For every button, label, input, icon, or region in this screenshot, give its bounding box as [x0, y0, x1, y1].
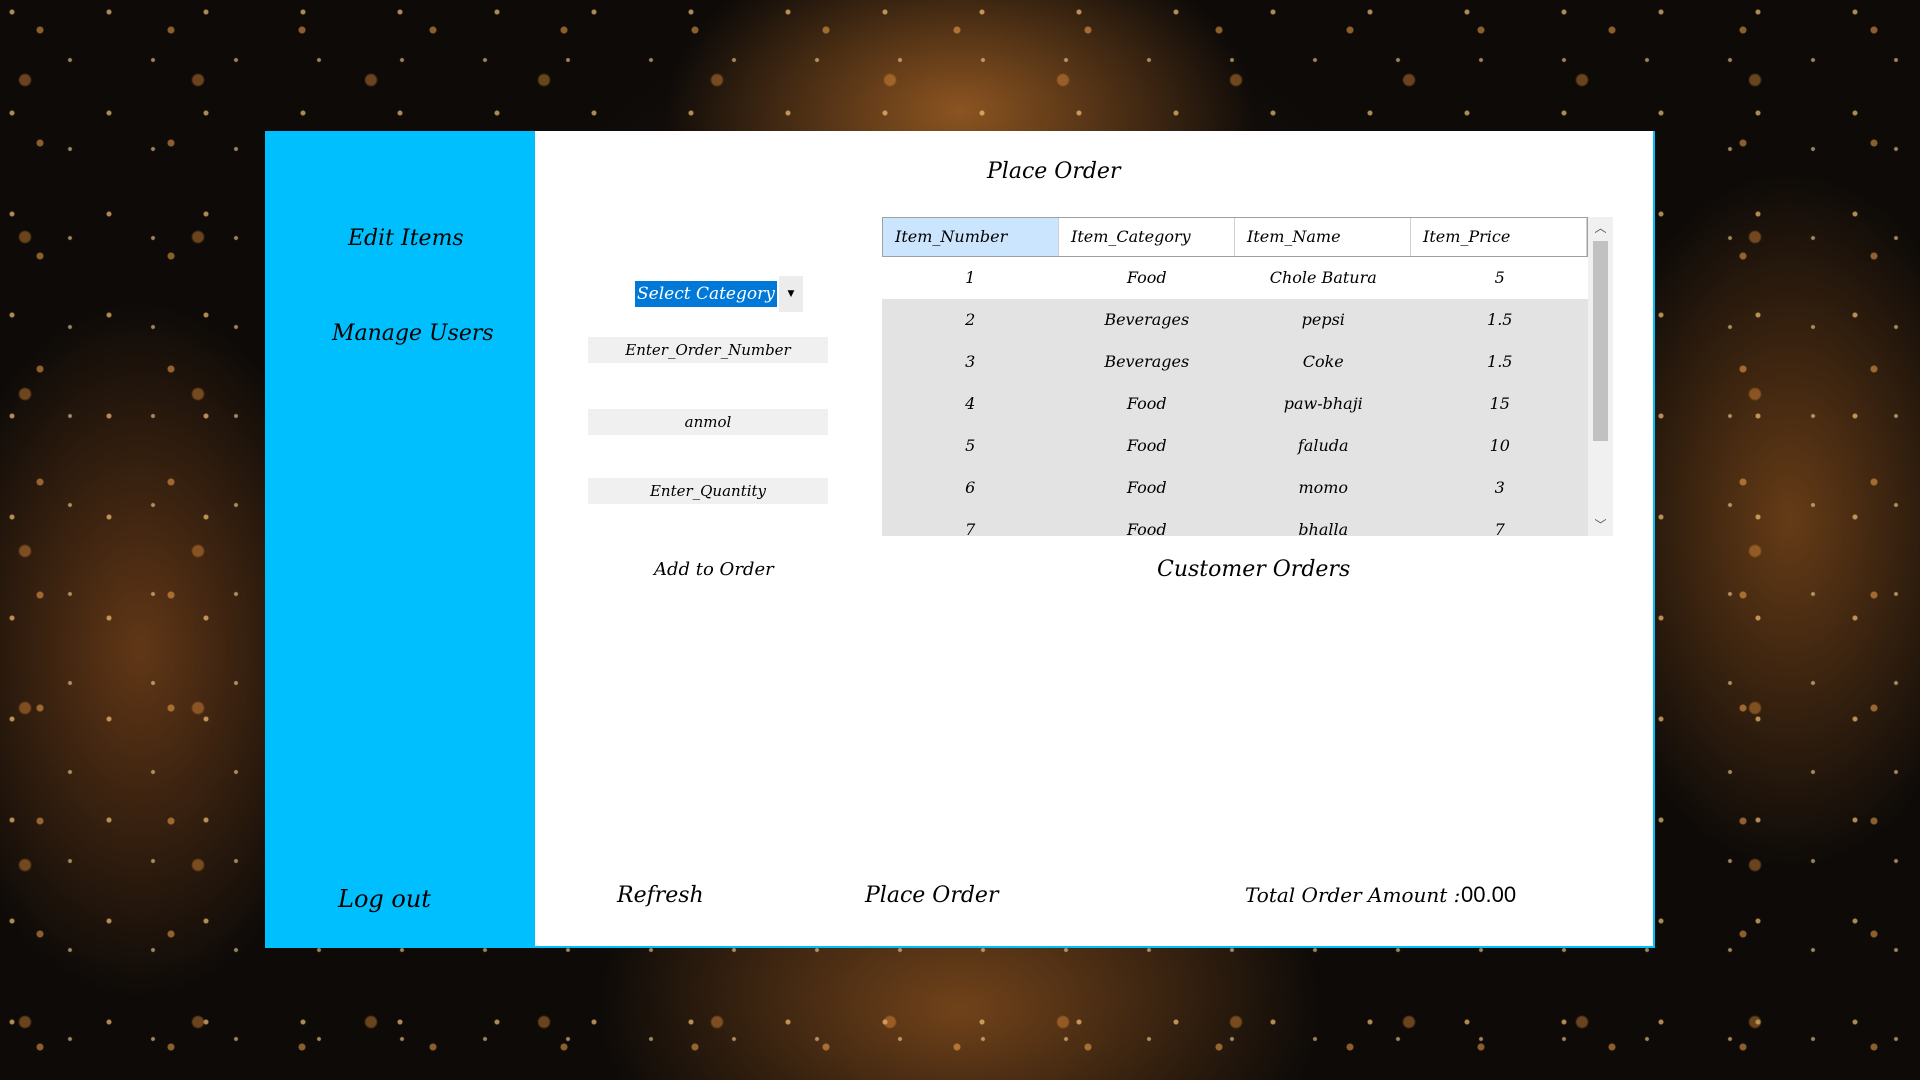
cell-item-name[interactable]: Chole Batura [1235, 257, 1412, 299]
table-row[interactable]: 1 Food Chole Batura 5 [882, 257, 1588, 299]
place-order-button[interactable]: Place Order [865, 883, 998, 908]
total-amount-value: 00.00 [1461, 882, 1517, 907]
cell-item-number[interactable]: 3 [882, 341, 1059, 383]
grid-body: 1 Food Chole Batura 5 2 Beverages pepsi … [882, 257, 1588, 536]
order-number-field[interactable]: Enter_Order_Number [588, 337, 828, 363]
cell-item-price[interactable]: 3 [1412, 467, 1589, 509]
customer-orders-title: Customer Orders [1157, 557, 1351, 582]
grid-header: Item_Number Item_Category Item_Name Item… [882, 217, 1588, 257]
column-header-item-price[interactable]: Item_Price [1411, 218, 1587, 256]
cell-item-number[interactable]: 5 [882, 425, 1059, 467]
cell-item-name[interactable]: momo [1235, 467, 1412, 509]
cell-item-category[interactable]: Beverages [1059, 341, 1236, 383]
refresh-button[interactable]: Refresh [617, 883, 704, 908]
cell-item-category[interactable]: Food [1059, 383, 1236, 425]
cell-item-number[interactable]: 4 [882, 383, 1059, 425]
table-row[interactable]: 5 Food faluda 10 [882, 425, 1588, 467]
cell-item-category[interactable]: Food [1059, 467, 1236, 509]
cell-item-category[interactable]: Food [1059, 509, 1236, 536]
cell-item-price[interactable]: 1.5 [1412, 341, 1589, 383]
cell-item-price[interactable]: 1.5 [1412, 299, 1589, 341]
table-row[interactable]: 3 Beverages Coke 1.5 [882, 341, 1588, 383]
cell-item-category[interactable]: Beverages [1059, 299, 1236, 341]
add-to-order-button[interactable]: Add to Order [654, 559, 774, 580]
cell-item-name[interactable]: faluda [1235, 425, 1412, 467]
cell-item-price[interactable]: 7 [1412, 509, 1589, 536]
items-grid[interactable]: Item_Number Item_Category Item_Name Item… [882, 217, 1613, 536]
cell-item-number[interactable]: 7 [882, 509, 1059, 536]
total-amount-label: Total Order Amount : [1245, 883, 1461, 907]
column-header-item-number[interactable]: Item_Number [883, 218, 1059, 256]
cell-item-price[interactable]: 10 [1412, 425, 1589, 467]
cell-item-category[interactable]: Food [1059, 425, 1236, 467]
sidebar-item-manage-users[interactable]: Manage Users [332, 321, 494, 346]
cell-item-number[interactable]: 6 [882, 467, 1059, 509]
logout-button[interactable]: Log out [338, 885, 431, 913]
cell-item-name[interactable]: Coke [1235, 341, 1412, 383]
cell-item-price[interactable]: 5 [1412, 257, 1589, 299]
category-select[interactable]: Select Category ▼ [635, 276, 817, 312]
cell-item-name[interactable]: bhalla [1235, 509, 1412, 536]
cell-item-number[interactable]: 1 [882, 257, 1059, 299]
grid-scrollbar[interactable]: ︿ ﹀ [1588, 217, 1613, 536]
page-title: Place Order [987, 159, 1121, 184]
cell-item-name[interactable]: paw-bhaji [1235, 383, 1412, 425]
cell-item-name[interactable]: pepsi [1235, 299, 1412, 341]
sidebar: Edit Items Manage Users Log out [265, 131, 535, 946]
scrollbar-thumb[interactable] [1593, 241, 1608, 441]
chevron-up-icon[interactable]: ︿ [1588, 217, 1613, 239]
column-header-item-name[interactable]: Item_Name [1235, 218, 1411, 256]
cell-item-number[interactable]: 2 [882, 299, 1059, 341]
table-row[interactable]: 2 Beverages pepsi 1.5 [882, 299, 1588, 341]
customer-name-field[interactable]: anmol [588, 409, 828, 435]
cell-item-category[interactable]: Food [1059, 257, 1236, 299]
chevron-down-icon[interactable]: ﹀ [1588, 514, 1613, 536]
app-window: Edit Items Manage Users Log out Place Or… [265, 131, 1655, 948]
chevron-down-icon[interactable]: ▼ [779, 276, 803, 312]
table-row[interactable]: 7 Food bhalla 7 [882, 509, 1588, 536]
table-row[interactable]: 4 Food paw-bhaji 15 [882, 383, 1588, 425]
sidebar-item-edit-items[interactable]: Edit Items [348, 226, 464, 251]
quantity-field[interactable]: Enter_Quantity [588, 478, 828, 504]
category-select-value[interactable]: Select Category [635, 281, 777, 307]
column-header-item-category[interactable]: Item_Category [1059, 218, 1235, 256]
cell-item-price[interactable]: 15 [1412, 383, 1589, 425]
table-row[interactable]: 6 Food momo 3 [882, 467, 1588, 509]
